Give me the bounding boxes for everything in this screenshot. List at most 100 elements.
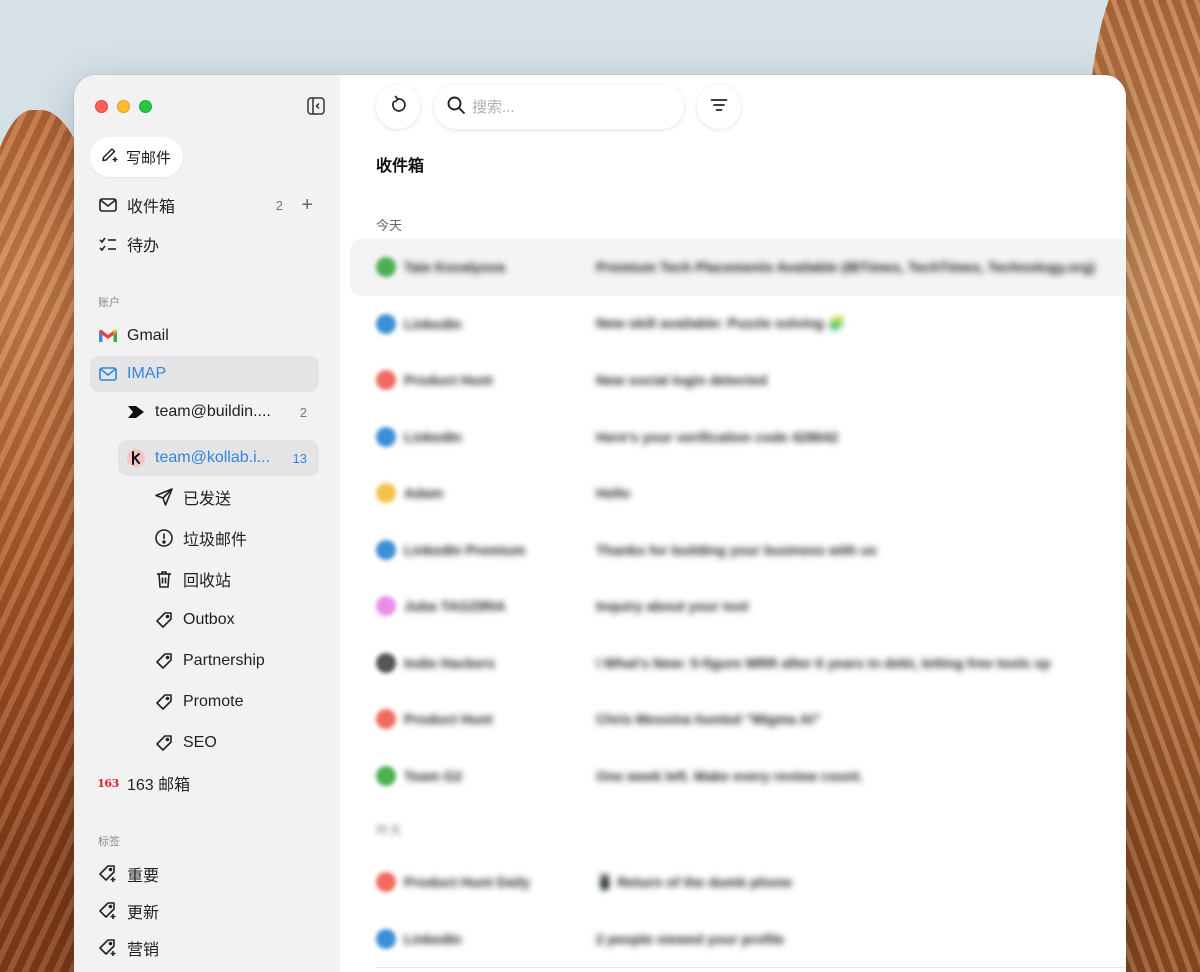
email-sender: Juba TAGZIRIA <box>404 598 506 615</box>
folder-label: Partnership <box>183 652 265 669</box>
email-subject: Hello <box>596 485 631 502</box>
tag-marketing[interactable]: 营销 <box>90 930 319 966</box>
sidebar-item-gmail[interactable]: Gmail <box>90 318 319 354</box>
tag-icon <box>154 610 174 630</box>
email-sender: LinkedIn <box>404 930 462 947</box>
tag-label: 重要 <box>127 868 160 885</box>
sidebar-item-imap-account-buildin[interactable]: team@buildin.... 2 <box>118 394 319 430</box>
email-subject: Here's your verification code 428642 <box>596 428 839 445</box>
sidebar-item-imap-account-kollab[interactable]: team@kollab.i... 13 <box>118 440 319 476</box>
email-subject: \ What's New: 5-figure MRR after 6 years… <box>596 654 1051 671</box>
folder-seo[interactable]: SEO <box>154 725 217 761</box>
email-sender: LinkedIn <box>404 428 462 445</box>
tag-icon <box>154 692 174 712</box>
folder-label: 已发送 <box>183 491 232 508</box>
sender-avatar <box>376 596 396 617</box>
search-input[interactable] <box>472 98 662 116</box>
email-subject: Premium Tech Placements Available (IBTim… <box>596 259 1096 276</box>
sender-avatar <box>376 652 396 673</box>
email-row[interactable]: Taie Kovalyova Premium Tech Placements A… <box>350 239 1126 296</box>
filter-button[interactable] <box>697 85 741 129</box>
window-controls <box>95 100 152 113</box>
folder-label: 垃圾邮件 <box>183 532 248 549</box>
folder-sent[interactable]: 已发送 <box>154 479 231 515</box>
sender-avatar <box>376 313 396 334</box>
email-sender: LinkedIn Premium <box>404 541 526 558</box>
sender-avatar <box>376 765 396 786</box>
email-sender: Product Hunt <box>404 711 493 728</box>
sender-avatar <box>376 928 396 949</box>
compose-button[interactable]: 写邮件 <box>90 137 184 177</box>
sender-avatar <box>376 370 396 391</box>
email-list: Taie Kovalyova Premium Tech Placements A… <box>350 239 1126 968</box>
folder-promote[interactable]: Promote <box>154 684 243 720</box>
email-row[interactable]: Indie Hackers \ What's New: 5-figure MRR… <box>350 635 1126 692</box>
tag-label: 营销 <box>127 942 160 959</box>
folder-trash[interactable]: 回收站 <box>154 561 231 597</box>
folder-label: SEO <box>183 734 217 751</box>
sender-avatar <box>376 709 396 730</box>
email-subject: Chris Messina hunted "Migma AI" <box>596 711 821 728</box>
email-row[interactable]: Team G2 One week left. Make every review… <box>350 748 1126 805</box>
sidebar: 写邮件 收件箱 2 + 待办 账户 Gmail IMAP team@buildi… <box>74 75 340 972</box>
search-box[interactable] <box>434 85 684 129</box>
maximize-window-button[interactable] <box>139 100 152 113</box>
trash-icon <box>154 569 174 589</box>
list-divider <box>376 967 1126 968</box>
sidebar-item-todo[interactable]: 待办 <box>90 226 319 262</box>
email-row[interactable]: Product Hunt Daily 📱 Return of the dumb … <box>350 854 1126 911</box>
inbox-count-badge: 2 <box>275 197 283 213</box>
email-sender: Taie Kovalyova <box>404 259 505 276</box>
email-row[interactable]: LinkedIn New skill available: Puzzle sol… <box>350 296 1126 353</box>
alert-circle-icon <box>154 528 174 548</box>
folder-partnership[interactable]: Partnership <box>154 643 265 679</box>
tag-add-icon <box>98 901 118 921</box>
email-row[interactable]: LinkedIn 2 people viewed your profile <box>350 911 1126 968</box>
email-subject: Thanks for building your business with u… <box>596 541 877 558</box>
email-subject: New skill available: Puzzle solving 🧩 <box>596 315 846 332</box>
imap-label: IMAP <box>127 365 167 382</box>
imap-account-count: 13 <box>292 450 307 466</box>
mail-163-label: 163 邮箱 <box>127 777 191 794</box>
close-window-button[interactable] <box>95 100 108 113</box>
tag-label: 更新 <box>127 905 160 922</box>
tag-important[interactable]: 重要 <box>90 856 319 892</box>
email-subject: 2 people viewed your profile <box>596 930 785 947</box>
group-label-yesterday: 昨天 <box>376 823 403 838</box>
main-pane: 收件箱 今天 Taie Kovalyova Premium Tech Place… <box>340 75 1126 972</box>
email-row[interactable]: Product Hunt New social login detected <box>350 352 1126 409</box>
email-row[interactable]: LinkedIn Premium Thanks for building you… <box>350 522 1126 579</box>
refresh-button[interactable] <box>376 85 420 129</box>
kollab-avatar-icon <box>126 448 146 468</box>
email-row[interactable]: Juba TAGZIRIA Inquiry about your tool <box>350 578 1126 635</box>
folder-outbox[interactable]: Outbox <box>154 602 235 638</box>
email-sender: Product Hunt Daily <box>404 874 531 891</box>
email-sender: Team G2 <box>404 767 463 784</box>
tag-add-icon <box>98 864 118 884</box>
email-row[interactable]: LinkedIn Here's your verification code 4… <box>350 409 1126 466</box>
email-row[interactable]: Adam Hello <box>350 465 1126 522</box>
mail-app-window: 写邮件 收件箱 2 + 待办 账户 Gmail IMAP team@buildi… <box>74 75 1126 972</box>
send-icon <box>154 487 174 507</box>
sidebar-item-163-mail[interactable]: 163 163 邮箱 <box>90 765 319 801</box>
email-row[interactable]: Product Hunt Chris Messina hunted "Migma… <box>350 691 1126 748</box>
folder-spam[interactable]: 垃圾邮件 <box>154 520 247 556</box>
mail-icon <box>98 364 118 384</box>
sender-avatar <box>376 257 396 278</box>
page-title: 收件箱 <box>376 158 425 175</box>
folder-label: Promote <box>183 693 244 710</box>
todo-label: 待办 <box>127 238 160 255</box>
sidebar-item-inbox[interactable]: 收件箱 2 + <box>90 187 319 223</box>
sidebar-item-imap[interactable]: IMAP <box>90 356 319 392</box>
collapse-sidebar-icon[interactable] <box>306 96 326 116</box>
tag-updates[interactable]: 更新 <box>90 893 319 929</box>
tag-icon <box>154 733 174 753</box>
minimize-window-button[interactable] <box>117 100 130 113</box>
folder-label: 回收站 <box>183 573 232 590</box>
buildin-logo-icon <box>126 402 146 422</box>
mail-163-icon: 163 <box>97 776 119 790</box>
email-subject: Inquiry about your tool <box>596 598 749 615</box>
filter-icon <box>709 95 729 120</box>
add-account-button[interactable]: + <box>301 195 313 215</box>
gmail-icon <box>98 326 118 346</box>
